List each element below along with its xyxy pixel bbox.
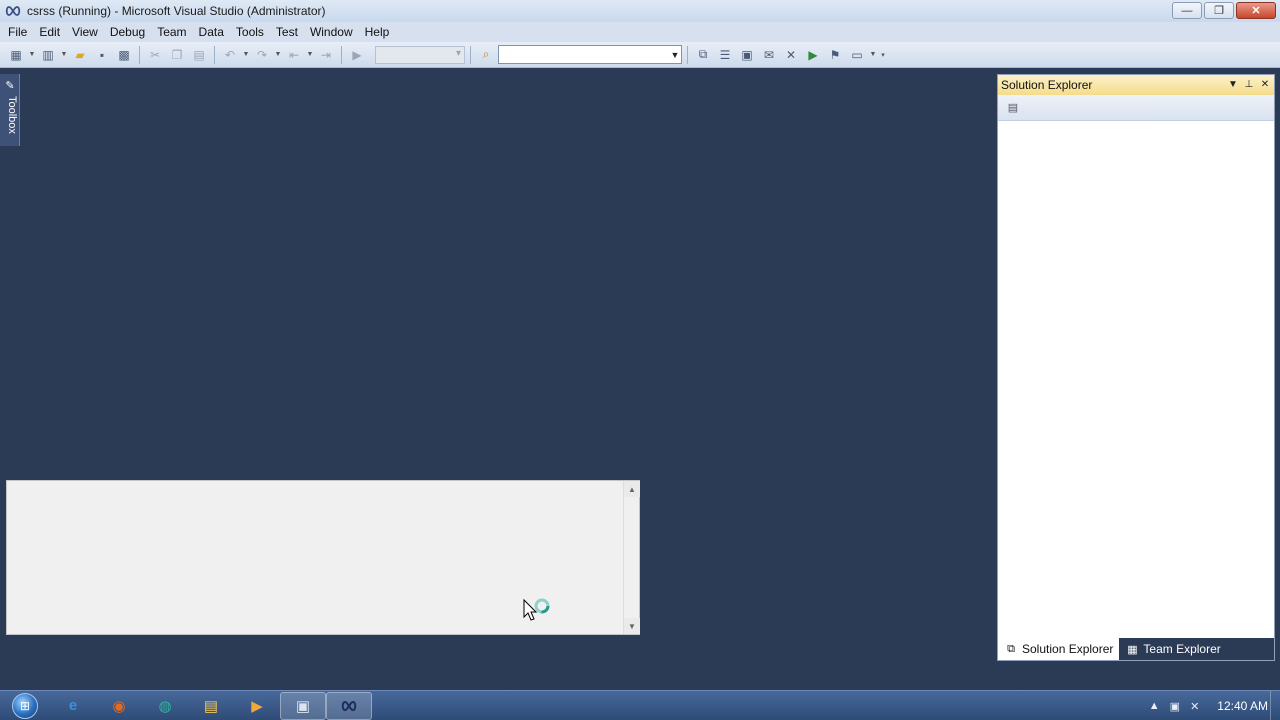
copy-icon[interactable]: ❐	[167, 45, 187, 65]
navigate-forward-icon[interactable]: ⇥	[316, 45, 336, 65]
standard-toolbar: ▦ ▼ ▥ ▼ ▰ ▪ ▩ ✂ ❐ ▤ ↶ ▼ ↷ ▼ ⇤ ▼ ⇥ ▶ ⌕ ▼ …	[0, 42, 1280, 68]
window-title: csrss (Running) - Microsoft Visual Studi…	[27, 4, 326, 18]
redo-dropdown-icon[interactable]: ▼	[274, 51, 282, 58]
media-player-icon[interactable]: ▶	[234, 691, 280, 720]
redo-icon[interactable]: ↷	[252, 45, 272, 65]
show-desktop-button[interactable]	[1270, 691, 1280, 720]
command-window-dropdown-icon[interactable]: ▼	[869, 51, 877, 58]
scroll-down-icon[interactable]: ▼	[624, 618, 640, 634]
vertical-scrollbar[interactable]: ▲ ▼	[623, 481, 640, 634]
menu-test[interactable]: Test	[270, 22, 304, 42]
properties-icon[interactable]: ▤	[1004, 99, 1022, 117]
show-hidden-icons-icon[interactable]: ▲	[1149, 700, 1160, 712]
clock[interactable]: 12:40 AM	[1217, 699, 1268, 713]
navigate-backward-dropdown-icon[interactable]: ▼	[306, 51, 314, 58]
new-project-icon[interactable]: ▦	[6, 45, 26, 65]
tab-label: Solution Explorer	[1022, 642, 1114, 656]
start-button[interactable]: ⊞	[0, 691, 50, 720]
windows-logo-icon: ⊞	[12, 692, 38, 719]
solution-explorer-header: Solution Explorer ▼ ⊥ ✕	[998, 75, 1274, 95]
save-all-icon[interactable]: ▩	[114, 45, 134, 65]
new-project-dropdown-icon[interactable]: ▼	[28, 51, 36, 58]
toolbar-separator	[214, 45, 215, 64]
visual-studio-icon	[5, 3, 21, 19]
busy-cursor-icon	[523, 597, 551, 623]
start-page-icon[interactable]: ▶	[803, 45, 823, 65]
menu-window[interactable]: Window	[304, 22, 359, 42]
menu-edit[interactable]: Edit	[33, 22, 66, 42]
close-panel-icon[interactable]: ✕	[1259, 77, 1271, 92]
team-explorer-toolbar-icon[interactable]: ⚑	[825, 45, 845, 65]
object-browser-icon[interactable]: ▣	[737, 45, 757, 65]
start-debugging-icon[interactable]: ▶	[347, 45, 367, 65]
menu-file[interactable]: File	[2, 22, 33, 42]
undo-icon[interactable]: ↶	[220, 45, 240, 65]
file-explorer-icon[interactable]: ▤	[188, 691, 234, 720]
menu-team[interactable]: Team	[151, 22, 192, 42]
system-tray: ▲ ▣ ✕ 12:40 AM	[1149, 691, 1280, 720]
team-explorer-icon: ▦	[1127, 643, 1138, 656]
menu-view[interactable]: View	[66, 22, 104, 42]
add-item-dropdown-icon[interactable]: ▼	[60, 51, 68, 58]
web-browser-icon[interactable]: ◍	[142, 691, 188, 720]
open-file-icon[interactable]: ▰	[70, 45, 90, 65]
undo-dropdown-icon[interactable]: ▼	[242, 51, 250, 58]
tab-label: Team Explorer	[1143, 642, 1221, 656]
tab-team-explorer[interactable]: ▦ Team Explorer	[1119, 638, 1226, 660]
menu-debug[interactable]: Debug	[104, 22, 151, 42]
auto-hide-pin-icon[interactable]: ⊥	[1243, 77, 1255, 92]
toolbox-label: Toolbox	[6, 96, 18, 134]
find-in-files-icon[interactable]: ⌕	[476, 45, 496, 65]
solution-explorer-toolbar: ▤	[998, 95, 1274, 121]
solution-explorer-toolbar-icon[interactable]: ⧉	[693, 45, 713, 65]
toolbar-separator	[341, 45, 342, 64]
toolbar-separator	[687, 45, 688, 64]
properties-window-icon[interactable]: ☰	[715, 45, 735, 65]
toolbar-separator	[470, 45, 471, 64]
restore-button[interactable]: ❐	[1204, 2, 1234, 19]
paste-icon[interactable]: ▤	[189, 45, 209, 65]
find-combo[interactable]: ▼	[498, 45, 682, 64]
network-icon[interactable]: ▣	[1170, 700, 1180, 713]
toolbox-toolbar-icon[interactable]: ✉	[759, 45, 779, 65]
menu-data[interactable]: Data	[193, 22, 230, 42]
scroll-up-icon[interactable]: ▲	[624, 481, 640, 497]
toolbox-tab[interactable]: ✎ Toolbox	[0, 74, 20, 146]
tools-icon[interactable]: ✕	[781, 45, 801, 65]
solution-explorer-title: Solution Explorer	[1001, 78, 1093, 92]
cut-icon[interactable]: ✂	[145, 45, 165, 65]
menu-tools[interactable]: Tools	[230, 22, 270, 42]
save-icon[interactable]: ▪	[92, 45, 112, 65]
close-button[interactable]: ✕	[1236, 2, 1276, 19]
command-window-icon[interactable]: ▭	[847, 45, 867, 65]
command-prompt-icon[interactable]: ▣	[280, 691, 326, 720]
solution-configuration-combo[interactable]	[375, 45, 465, 64]
chevron-down-icon[interactable]: ▼	[669, 46, 681, 63]
visual-studio-taskbar-icon[interactable]	[326, 691, 372, 720]
solution-explorer-panel: Solution Explorer ▼ ⊥ ✕ ▤ ⧉ Solution Exp…	[997, 74, 1275, 661]
toolbar-options-icon[interactable]: ▾	[879, 51, 887, 59]
tab-solution-explorer[interactable]: ⧉ Solution Explorer	[998, 638, 1120, 660]
window-position-icon[interactable]: ▼	[1227, 77, 1239, 92]
menu-help[interactable]: Help	[359, 22, 396, 42]
menu-bar: File Edit View Debug Team Data Tools Tes…	[0, 22, 1280, 42]
toolbar-separator	[139, 45, 140, 64]
navigate-backward-icon[interactable]: ⇤	[284, 45, 304, 65]
add-item-icon[interactable]: ▥	[38, 45, 58, 65]
toolbox-icon: ✎	[5, 79, 15, 92]
firefox-icon[interactable]: ◉	[96, 691, 142, 720]
title-bar: csrss (Running) - Microsoft Visual Studi…	[0, 0, 1280, 22]
explorer-tab-strip: ⧉ Solution Explorer ▦ Team Explorer	[998, 638, 1274, 660]
minimize-button[interactable]: —	[1172, 2, 1202, 19]
solution-explorer-icon: ⧉	[1007, 642, 1015, 655]
taskbar: ⊞ e ◉ ◍ ▤ ▶ ▣ ▲ ▣ ✕ 12:40 AM	[0, 690, 1280, 720]
internet-explorer-icon[interactable]: e	[50, 691, 96, 720]
volume-muted-icon[interactable]: ✕	[1190, 700, 1199, 713]
